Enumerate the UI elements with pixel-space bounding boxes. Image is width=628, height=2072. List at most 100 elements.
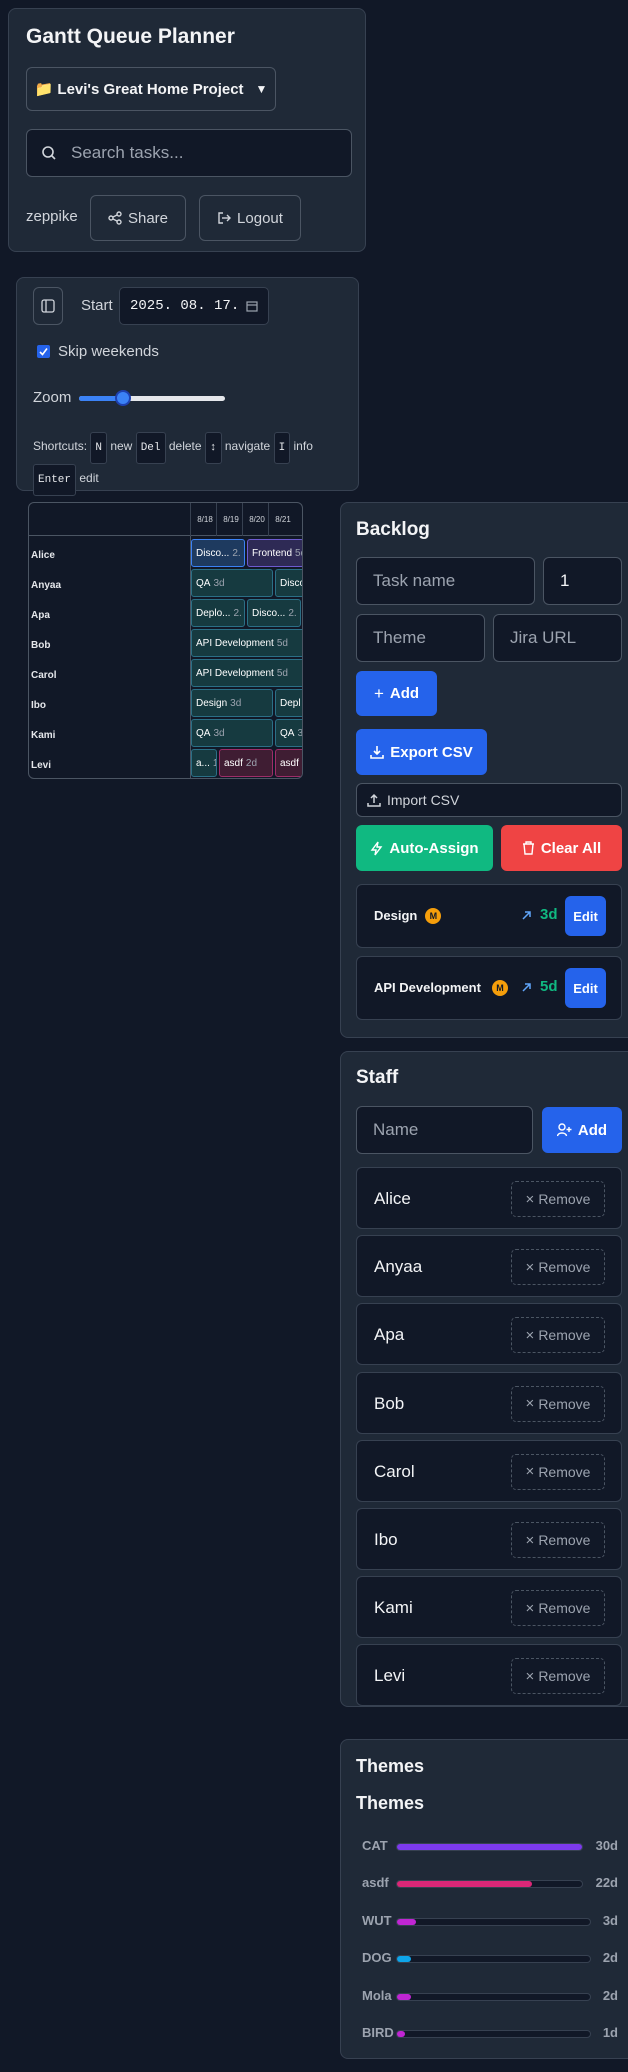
gantt-row-label: Apa [31,610,50,621]
remove-staff-button[interactable]: × Remove [511,1658,605,1695]
app-title: Gantt Queue Planner [26,25,235,48]
staff-name: Bob [374,1393,405,1413]
project-selector[interactable]: 📁 Levi's Great Home Project ▼ [26,67,276,111]
theme-row: BIRD 1d [362,2023,618,2043]
remove-label: Remove [538,1463,591,1480]
remove-staff-button[interactable]: × Remove [511,1453,605,1490]
task-duration-input[interactable]: 1 [543,557,622,605]
search-placeholder: Search tasks... [71,143,184,162]
task-bar-label: Frontend [252,547,293,559]
auto-assign-button[interactable]: Auto-Assign [356,825,493,871]
theme-progress-track [396,1955,591,1964]
backlog-item[interactable]: Design M 3d Edit [356,884,622,948]
add-user-icon [556,1123,572,1137]
share-button[interactable]: Share [90,195,186,241]
zoom-slider[interactable] [79,390,225,406]
gantt-task-bar[interactable]: QA3d [275,719,302,747]
export-csv-button[interactable]: Export CSV [356,729,487,775]
backlog-item-name: API Development [374,980,481,995]
shortcut-key: ↕ [204,432,222,464]
zoom-label: Zoom [33,389,72,406]
gantt-task-bar[interactable]: Deplo... 2. [191,599,245,627]
staff-name-input[interactable]: Name [356,1106,533,1154]
task-bar-label: Deplo... [196,607,231,619]
username: zeppike [26,208,78,225]
backlog-item[interactable]: API Development M 5d Edit [356,956,622,1020]
gantt-task-bar[interactable]: Design 3d [191,689,273,717]
staff-card: Kami × Remove [356,1576,622,1639]
edit-button[interactable]: Edit [565,896,606,936]
skip-weekends-label: Skip weekends [58,343,159,360]
theme-name: DOG [362,1950,392,1966]
theme-name: BIRD [362,2025,394,2040]
start-date-input[interactable]: 2025. 08. 17. [119,287,269,325]
gantt-task-bar[interactable]: a...1 [191,749,217,777]
staff-name: Kami [374,1598,413,1618]
edit-button[interactable]: Edit [565,968,606,1008]
remove-staff-button[interactable]: × Remove [511,1249,605,1286]
gantt-column-divider [268,503,269,536]
gantt-task-bar[interactable]: Frontend5d [247,539,302,567]
logout-button[interactable]: Logout [199,195,301,241]
gantt-date-header: 8/21 [275,515,291,524]
sidebar-toggle-button[interactable] [33,287,63,325]
theme-progress-track [396,1992,591,2001]
remove-staff-button[interactable]: × Remove [511,1181,605,1217]
remove-staff-button[interactable]: × Remove [511,1385,605,1422]
remove-staff-button[interactable]: × Remove [511,1522,605,1558]
gantt-row-label: Bob [31,640,51,651]
staff-card: Apa × Remove [356,1303,622,1366]
staff-name: Ibo [374,1530,398,1549]
theme-row: WUT 3d [362,1911,618,1931]
close-icon: × [525,1326,535,1344]
gantt-row-label: Levi [31,760,52,771]
skip-weekends-checkbox[interactable] [37,345,50,358]
close-icon: × [525,1258,535,1276]
remove-label: Remove [538,1668,591,1685]
theme-progress-fill [397,1918,417,1925]
remove-staff-button[interactable]: × Remove [511,1317,605,1354]
gantt-task-bar[interactable]: Disco... 2. [191,539,245,567]
gantt-task-bar[interactable]: asdf 2d [219,749,273,777]
gantt-task-bar[interactable]: QA3d [191,569,273,597]
task-bar-label: API Development [196,637,274,649]
task-name-input[interactable]: Task name [356,557,535,605]
themes-title: Themes [356,1756,425,1776]
remove-label: Remove [538,1395,591,1412]
gantt-task-bar[interactable]: Disco... 2. [247,599,301,627]
gantt-task-bar[interactable]: API Development 5d [191,629,302,657]
staff-name: Alice [374,1189,411,1208]
theme-input[interactable]: Theme [356,614,485,662]
theme-progress-fill [397,2031,405,2037]
gantt-task-bar[interactable]: asdf [275,749,302,777]
search-input[interactable]: Search tasks... [26,129,352,177]
clear-all-button[interactable]: Clear All [501,825,622,871]
remove-label: Remove [538,1532,591,1548]
remove-staff-button[interactable]: × Remove [511,1590,605,1627]
upload-icon [367,793,381,807]
theme-name: asdf [362,1875,389,1891]
gantt-task-bar[interactable]: QA3d [191,719,273,747]
add-task-button[interactable]: + Add [356,671,437,716]
theme-progress-fill [397,1993,411,2000]
gantt-row-label: Alice [31,550,55,561]
logout-label: Logout [237,209,283,227]
task-bar-label: asdf [280,757,299,769]
logout-icon [217,211,232,225]
gantt-task-bar[interactable]: Disco [275,569,302,597]
gantt-row-label: Ibo [31,700,46,711]
backlog-item-name: Design [374,908,418,923]
zoom-thumb[interactable] [115,390,132,406]
add-staff-button[interactable]: Add [542,1107,622,1153]
shortcut-action: new [110,439,133,453]
jira-url-input[interactable]: Jira URL [493,614,622,662]
shortcuts-label: Shortcuts: [33,439,88,453]
task-bar-duration: 3d [213,727,225,739]
gantt-chart: 8/18 8/19 8/20 8/21 Alice Disco... 2. Frontend 5… [28,502,303,779]
close-icon: × [525,1395,535,1413]
task-bar-duration: 5d [276,667,288,679]
import-csv-button[interactable]: Import CSV [356,783,622,817]
gantt-row-label: Carol [31,670,57,681]
gantt-task-bar[interactable]: Depl [275,689,302,717]
gantt-task-bar[interactable]: API Development 5d [191,659,302,687]
